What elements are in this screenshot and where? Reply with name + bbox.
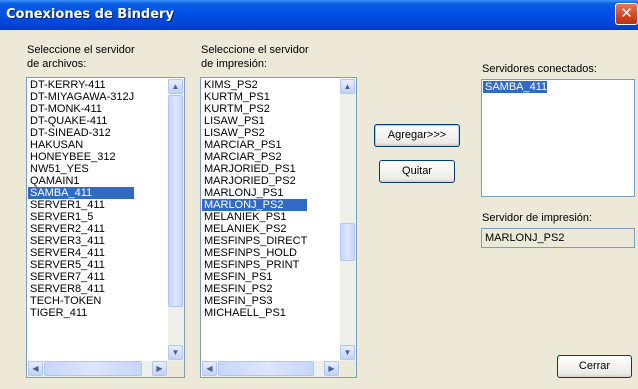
file-server-list-item[interactable]: DT-QUAKE-411 — [28, 115, 134, 127]
print-server-list-item[interactable]: MARJORIED_PS2 — [202, 175, 307, 187]
file-server-list-item[interactable]: SERVER7_411 — [28, 271, 134, 283]
title-bar[interactable]: Conexiones de Bindery ✕ — [0, 0, 638, 30]
file-server-list-item[interactable]: SAMBA_411 — [28, 187, 135, 199]
print-server-hscrollbar[interactable]: ◀ ▶ — [202, 361, 340, 377]
connected-server-list-item[interactable]: SAMBA_411 — [483, 81, 548, 93]
print-server-list-item[interactable]: MARCIAR_PS2 — [202, 151, 307, 163]
file-server-list-item[interactable]: SERVER5_411 — [28, 259, 134, 271]
chevron-right-icon: ▶ — [328, 364, 335, 373]
print-server-label-line2: de impresión: — [201, 58, 268, 70]
chevron-down-icon: ▼ — [343, 348, 352, 357]
file-server-items: DT-KERRY-411 DT-MIYAGAWA-312J DT-MONK-411 D… — [28, 79, 135, 319]
close-window-button[interactable]: ✕ — [615, 3, 638, 25]
print-server-list-item[interactable]: KURTM_PS2 — [202, 103, 307, 115]
print-server-list-item[interactable]: MARCIAR_PS1 — [202, 139, 307, 151]
file-server-list[interactable]: DT-KERRY-411 DT-MIYAGAWA-312J DT-MONK-411 D… — [26, 77, 185, 378]
close-button[interactable]: Cerrar — [557, 355, 632, 378]
file-server-list-item[interactable]: SERVER8_411 — [28, 283, 134, 295]
hscroll-thumb[interactable] — [218, 361, 314, 376]
scroll-corner — [168, 361, 184, 377]
file-server-hscrollbar[interactable]: ◀ ▶ — [28, 361, 168, 377]
file-server-list-item[interactable]: HONEYBEE_312 — [28, 151, 134, 163]
print-server-items: KIMS_PS2 KURTM_PS1 KURTM_PS2 LISAW_PS1 LISAW… — [202, 79, 308, 319]
connected-servers-list[interactable]: SAMBA_411 — [481, 79, 635, 197]
file-server-vscrollbar[interactable]: ▲ ▼ — [168, 79, 184, 361]
close-icon: ✕ — [620, 4, 633, 22]
scroll-up-button[interactable]: ▲ — [340, 79, 355, 94]
add-button[interactable]: Agregar>>> — [374, 124, 460, 147]
print-server-list-item[interactable]: MESFINPS_HOLD — [202, 247, 307, 259]
scroll-left-button[interactable]: ◀ — [28, 361, 43, 376]
print-server-label-line1: Seleccione el servidor — [201, 44, 309, 56]
file-server-list-item[interactable]: SERVER4_411 — [28, 247, 134, 259]
file-server-list-item[interactable]: DT-MONK-411 — [28, 103, 134, 115]
chevron-left-icon: ◀ — [206, 364, 213, 373]
file-server-list-item[interactable]: QAMAIN1 — [28, 175, 134, 187]
print-server-list-item[interactable]: MARLONJ_PS1 — [202, 187, 307, 199]
print-server-list-item[interactable]: MESFIN_PS2 — [202, 283, 307, 295]
file-server-list-item[interactable]: HAKUSAN — [28, 139, 134, 151]
scroll-left-button[interactable]: ◀ — [202, 361, 217, 376]
file-server-list-item[interactable]: NW51_YES — [28, 163, 134, 175]
print-server-field-label: Servidor de impresión: — [482, 212, 593, 224]
print-server-list-item[interactable]: MARLONJ_PS2 — [202, 199, 308, 211]
scroll-thumb[interactable] — [168, 95, 183, 307]
file-server-label-line1: Seleccione el servidor — [27, 44, 135, 56]
print-server-list-item[interactable]: MESFIN_PS1 — [202, 271, 307, 283]
file-server-label-line2: de archivos: — [27, 58, 87, 70]
chevron-right-icon: ▶ — [156, 364, 163, 373]
file-server-list-item[interactable]: DT-MIYAGAWA-312J — [28, 91, 134, 103]
remove-button[interactable]: Quitar — [379, 160, 455, 183]
file-server-list-item[interactable]: SERVER3_411 — [28, 235, 134, 247]
print-server-vscrollbar[interactable]: ▲ ▼ — [340, 79, 356, 361]
file-server-list-item[interactable]: TECH-TOKEN — [28, 295, 134, 307]
scroll-down-button[interactable]: ▼ — [168, 345, 183, 360]
connected-servers-label: Servidores conectados: — [482, 63, 597, 75]
print-server-list-item[interactable]: MESFIN_PS3 — [202, 295, 307, 307]
file-server-list-item[interactable]: DT-SINEAD-312 — [28, 127, 134, 139]
chevron-left-icon: ◀ — [32, 364, 39, 373]
print-server-list-item[interactable]: MARJORIED_PS1 — [202, 163, 307, 175]
file-server-list-item[interactable]: TIGER_411 — [28, 307, 134, 319]
scroll-thumb[interactable] — [340, 223, 355, 261]
print-server-field: MARLONJ_PS2 — [481, 228, 635, 248]
file-server-label: Seleccione el servidor de archivos: — [27, 43, 135, 71]
chevron-up-icon: ▲ — [171, 82, 180, 91]
file-server-list-item[interactable]: SERVER1_411 — [28, 199, 134, 211]
print-server-list[interactable]: KIMS_PS2 KURTM_PS1 KURTM_PS2 LISAW_PS1 LISAW… — [200, 77, 357, 378]
scroll-right-button[interactable]: ▶ — [152, 361, 167, 376]
print-server-list-item[interactable]: MICHAELL_PS1 — [202, 307, 307, 319]
print-server-list-item[interactable]: LISAW_PS1 — [202, 115, 307, 127]
print-server-list-item[interactable]: MESFINPS_PRINT — [202, 259, 307, 271]
file-server-list-item[interactable]: DT-KERRY-411 — [28, 79, 134, 91]
chevron-down-icon: ▼ — [171, 348, 180, 357]
print-server-list-item[interactable]: MELANIEK_PS2 — [202, 223, 307, 235]
print-server-list-item[interactable]: MESFINPS_DIRECT — [202, 235, 307, 247]
scroll-up-button[interactable]: ▲ — [168, 79, 183, 94]
hscroll-thumb[interactable] — [44, 361, 142, 376]
print-server-label: Seleccione el servidor de impresión: — [201, 43, 309, 71]
scroll-corner — [340, 361, 356, 377]
print-server-list-item[interactable]: LISAW_PS2 — [202, 127, 307, 139]
window-title: Conexiones de Bindery — [6, 7, 174, 22]
scroll-down-button[interactable]: ▼ — [340, 345, 355, 360]
connected-server-items: SAMBA_411 — [483, 81, 548, 93]
file-server-list-item[interactable]: SERVER2_411 — [28, 223, 134, 235]
print-server-list-item[interactable]: MELANIEK_PS1 — [202, 211, 307, 223]
print-server-list-item[interactable]: KIMS_PS2 — [202, 79, 307, 91]
print-server-list-item[interactable]: KURTM_PS1 — [202, 91, 307, 103]
scroll-right-button[interactable]: ▶ — [324, 361, 339, 376]
chevron-up-icon: ▲ — [343, 82, 352, 91]
file-server-list-item[interactable]: SERVER1_5 — [28, 211, 134, 223]
